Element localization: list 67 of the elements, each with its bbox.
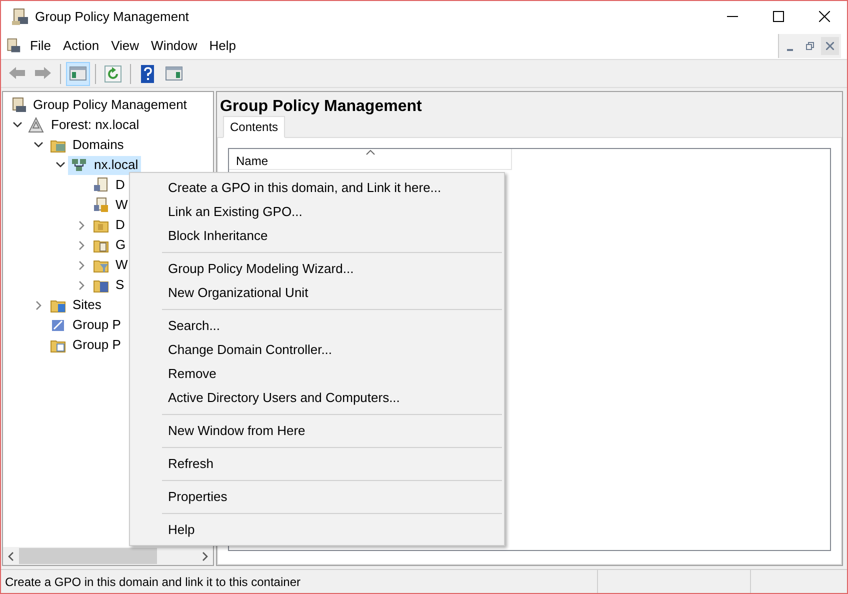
close-icon xyxy=(818,11,830,22)
menu-item[interactable]: Group Policy Modeling Wizard... xyxy=(130,257,504,281)
chevron-right-icon[interactable] xyxy=(78,260,84,270)
menu-item[interactable]: Refresh xyxy=(130,452,504,476)
tree-item[interactable]: Group P xyxy=(46,336,124,354)
app-icon xyxy=(11,8,29,26)
tree-item[interactable]: Domains xyxy=(46,136,127,154)
tree-item[interactable]: W xyxy=(90,196,131,214)
tree-item[interactable]: G xyxy=(90,236,129,254)
scrollbar[interactable] xyxy=(3,547,213,565)
menu-item[interactable]: Link an Existing GPO... xyxy=(130,200,504,224)
tree-item[interactable]: nx.local xyxy=(68,156,142,174)
minimize-icon xyxy=(787,48,793,50)
tree-item[interactable]: W xyxy=(90,256,131,274)
pane-title: Group Policy Management xyxy=(219,97,423,116)
minimize-icon xyxy=(726,16,738,17)
menu-item[interactable]: Properties xyxy=(130,485,504,509)
scroll-left-icon[interactable] xyxy=(8,552,14,560)
app-icon[interactable] xyxy=(5,38,21,54)
maximize-icon xyxy=(772,11,784,22)
scroll-right-icon[interactable] xyxy=(202,552,208,560)
chevron-right-icon[interactable] xyxy=(78,220,84,230)
chevron-down-icon[interactable] xyxy=(12,122,22,128)
tree-item[interactable]: D xyxy=(90,216,128,234)
panel-icon xyxy=(69,64,87,82)
menu-item[interactable]: Window xyxy=(145,34,204,56)
menu-item[interactable]: Search... xyxy=(130,314,504,338)
panel-icon xyxy=(165,64,183,82)
menu-item[interactable]: Help xyxy=(203,34,242,56)
status-text: Create a GPO in this domain and link it to this container xyxy=(4,574,302,590)
chevron-down-icon[interactable] xyxy=(34,142,43,148)
menu-item[interactable]: Create a GPO in this domain, and Link it here... xyxy=(130,176,504,200)
menu-item[interactable]: Help xyxy=(130,518,504,542)
restore-icon xyxy=(806,42,814,50)
menu-item[interactable]: Active Directory Users and Computers... xyxy=(130,386,504,410)
chevron-right-icon[interactable] xyxy=(78,280,84,290)
menu-item[interactable]: Action xyxy=(56,34,106,56)
scrollbar-thumb[interactable] xyxy=(19,548,157,564)
close-icon xyxy=(826,42,834,50)
chevron-down-icon[interactable] xyxy=(56,162,64,168)
console-tree-button[interactable] xyxy=(66,62,90,86)
menu-item[interactable]: Remove xyxy=(130,362,504,386)
tree-item[interactable]: Sites xyxy=(46,296,104,314)
wizard-icon xyxy=(50,317,66,333)
menu-item[interactable]: View xyxy=(105,34,146,56)
tab[interactable]: Contents xyxy=(223,116,286,138)
menu-item[interactable]: Block Inheritance xyxy=(130,224,504,248)
help-icon xyxy=(139,64,157,82)
menu-item[interactable]: File xyxy=(24,34,57,56)
menu-item[interactable]: New Window from Here xyxy=(130,419,504,443)
triangle-icon xyxy=(28,117,44,133)
tree-item[interactable]: D xyxy=(90,176,128,194)
chevron-right-icon[interactable] xyxy=(36,300,42,310)
document-icon xyxy=(92,177,108,193)
network-icon xyxy=(71,157,87,173)
column-header[interactable]: Name xyxy=(229,149,512,170)
tree-item[interactable]: Group Policy Management xyxy=(7,96,190,114)
menu-item[interactable]: New Organizational Unit xyxy=(130,281,504,305)
refresh-icon xyxy=(104,64,122,82)
console-icon xyxy=(10,97,26,113)
tree-item[interactable]: Forest: nx.local xyxy=(25,116,142,134)
tree-item[interactable]: Group P xyxy=(46,316,124,334)
chevron-right-icon[interactable] xyxy=(78,240,84,250)
tree-item[interactable]: S xyxy=(90,276,128,294)
lock-document-icon xyxy=(92,197,108,213)
window-title: Group Policy Management xyxy=(35,8,189,26)
menu-item[interactable]: Change Domain Controller... xyxy=(130,338,504,362)
